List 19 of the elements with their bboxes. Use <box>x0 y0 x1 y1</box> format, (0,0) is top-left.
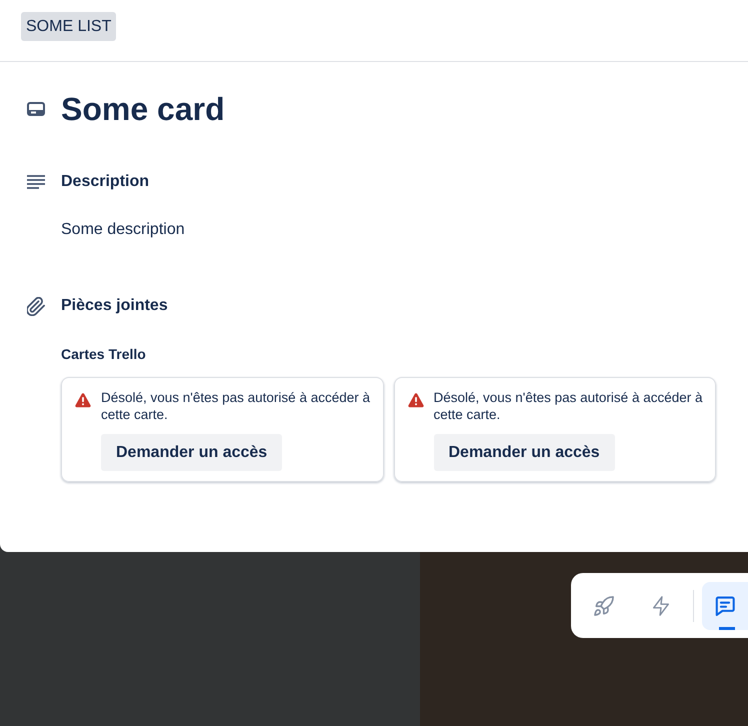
access-denied-message: Désolé, vous n'êtes pas autorisé à accéder à cette carte. <box>434 389 704 423</box>
access-denied-message: Désolé, vous n'êtes pas autorisé à accéder à cette carte. <box>101 389 371 423</box>
attachments-heading: Pièces jointes <box>61 296 168 316</box>
warning-icon <box>408 392 424 408</box>
card-title: Some card <box>61 90 225 129</box>
warning-icon <box>75 392 91 408</box>
message-icon <box>715 596 735 616</box>
list-badge[interactable]: SOME LIST <box>21 12 116 41</box>
toolbar-button[interactable] <box>702 582 748 630</box>
description-heading: Description <box>61 172 150 192</box>
group-label: Cartes Trello <box>61 345 147 364</box>
request-access-button[interactable]: Demander un accès <box>434 434 615 471</box>
card-icon <box>27 102 45 116</box>
request-access-button[interactable]: Demander un accès <box>101 434 282 471</box>
lightning-icon <box>651 596 671 616</box>
paperclip-icon <box>27 296 45 316</box>
description-text[interactable]: Some description <box>61 218 716 242</box>
description-icon <box>27 175 45 189</box>
rocket-icon <box>594 596 614 616</box>
